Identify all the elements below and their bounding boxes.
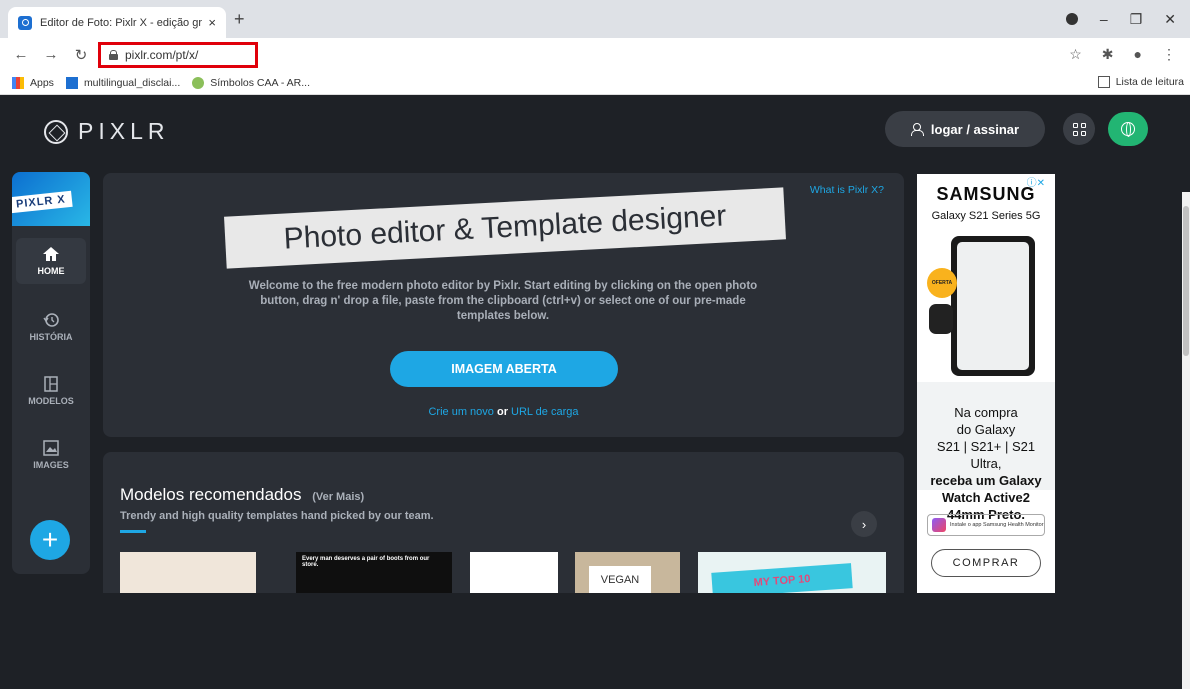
template-thumbnail[interactable]: MY TOP 10 [698,552,886,593]
ad-model: Galaxy S21 Series 5G [931,210,1041,222]
browser-tab[interactable]: Editor de Foto: Pixlr X - edição gr × [8,7,226,38]
pixlr-logo[interactable]: PIXLR [44,118,169,145]
open-image-button[interactable]: IMAGEM ABERTA [390,351,618,387]
restore-icon[interactable]: ❐ [1130,11,1143,28]
plus-icon: + [41,524,59,555]
close-window-icon[interactable]: ✕ [1164,11,1176,28]
home-icon [43,247,59,261]
template-thumbnail[interactable]: VEGAN [575,552,680,593]
what-is-link[interactable]: What is Pixlr X? [810,184,884,196]
offer-badge: OFERTA [927,268,957,298]
hero-panel: What is Pixlr X? Photo editor & Template… [103,173,904,437]
page-scrollbar[interactable] [1182,192,1190,689]
reading-list-icon [1097,76,1110,88]
apps-grid-icon [12,76,24,89]
sidebar-item-historia[interactable]: HISTÓRIA [12,312,90,342]
template-thumbnail[interactable]: Every man deserves a pair of boots from … [296,552,452,593]
load-url-link[interactable]: URL de carga [511,406,578,418]
templates-icon [44,376,58,392]
tab-underline [120,530,146,533]
sidebar-item-label: IMAGES [33,460,69,470]
hero-title: Photo editor & Template designer [224,187,786,269]
url-field[interactable]: pixlr.com/pt/x/ [98,42,258,68]
tab-close-icon[interactable]: × [208,15,216,30]
chevron-right-icon: › [861,516,867,532]
create-new-link[interactable]: Crie um novo [428,406,493,418]
sidebar-item-images[interactable]: IMAGES [12,440,90,470]
pixlr-x-badge: PIXLR X [12,172,90,226]
window-controls: – ❐ ✕ [1065,0,1190,38]
sidebar-item-home[interactable]: HOME [16,238,86,284]
templates-subtitle: Trendy and high quality templates hand p… [120,510,434,522]
extensions-icon[interactable]: ✱ [1102,46,1114,63]
templates-title: Modelos recomendados (Ver Mais) [120,485,365,504]
template-thumbnail[interactable] [120,552,256,593]
phone-image [951,236,1035,376]
see-more-link[interactable]: (Ver Mais) [312,491,364,503]
buy-button[interactable]: COMPRAR [931,549,1041,577]
bookmark-multilingual[interactable]: multilingual_disclai... [65,76,181,89]
health-app-icon [932,518,946,532]
new-tab-button[interactable]: + [234,9,245,30]
scrollbar-thumb[interactable] [1183,206,1189,356]
sidebar-item-label: HOME [37,266,65,276]
template-thumbnail[interactable] [470,552,558,593]
add-button[interactable]: + [30,520,70,560]
language-button[interactable] [1108,112,1148,146]
grid-icon [1072,122,1086,136]
recommended-templates: Modelos recomendados (Ver Mais) Trendy a… [103,452,904,593]
tab-title: Editor de Foto: Pixlr X - edição gr [40,16,203,29]
login-label: logar / assinar [930,121,1020,137]
watch-image [929,304,953,334]
url-text: pixlr.com/pt/x/ [125,48,199,62]
history-icon [43,313,59,327]
samsung-ad[interactable]: ⓘ✕ SAMSUNG Galaxy S21 Series 5G OFERTA N… [917,174,1055,593]
welcome-text: Welcome to the free modern photo editor … [248,280,758,322]
pixlr-logo-icon [44,119,68,144]
browser-actions: ☆ ✱ ● ⋮ [1069,46,1176,63]
bookmark-label: Apps [30,76,54,89]
or-text: or [496,406,508,418]
ad-brand: SAMSUNG [936,184,1036,204]
bookmark-favicon-icon [65,76,78,89]
forward-arrow-icon[interactable]: → [42,46,60,63]
apps-menu-button[interactable] [1063,113,1095,145]
bookmark-label: multilingual_disclai... [83,76,181,89]
globe-icon [1121,122,1135,137]
lock-icon [109,50,118,60]
bookmark-favicon-icon [192,76,205,89]
profile-icon[interactable]: ● [1134,46,1142,63]
sidebar-item-label: MODELOS [28,396,74,406]
address-bar-row: ← → ↻ pixlr.com/pt/x/ ☆ ✱ ● ⋮ [0,38,1190,71]
health-app-badge[interactable]: Instale o app Samsung Health Monitor [927,514,1045,536]
image-icon [43,440,59,456]
browser-tab-strip: Editor de Foto: Pixlr X - edição gr × + … [0,0,1190,38]
logo-text: PIXLR [78,118,170,144]
bookmark-star-icon[interactable]: ☆ [1069,46,1082,63]
login-button[interactable]: logar / assinar [885,111,1045,147]
back-arrow-icon[interactable]: ← [12,46,30,63]
profile-indicator-icon[interactable] [1065,13,1078,25]
menu-dots-icon[interactable]: ⋮ [1162,46,1176,63]
sidebar: PIXLR X HOME HISTÓRIA MODELOS IMAGES [12,172,90,574]
minimize-icon[interactable]: – [1100,11,1108,27]
bookmark-apps[interactable]: Apps [12,76,54,89]
create-links: Crie um novo or URL de carga [103,406,904,418]
bookmarks-bar: Apps multilingual_disclai... Símbolos CA… [0,71,1190,95]
pixlr-page: PIXLR logar / assinar PIXLR X HOME HISTÓ… [0,96,1190,689]
reload-icon[interactable]: ↻ [72,46,90,64]
sidebar-item-modelos[interactable]: MODELOS [12,376,90,406]
pixlr-favicon-icon [18,15,32,30]
bookmark-simbolos[interactable]: Símbolos CAA - AR... [192,76,311,89]
sidebar-item-label: HISTÓRIA [29,332,73,342]
user-icon [910,123,924,136]
next-templates-button[interactable]: › [851,511,877,537]
reading-list[interactable]: Lista de leitura [1097,76,1184,88]
reading-list-label: Lista de leitura [1115,76,1184,88]
ad-copy: Na compra do Galaxy S21 | S21+ | S21 Ult… [930,405,1042,522]
bookmark-label: Símbolos CAA - AR... [210,76,311,89]
